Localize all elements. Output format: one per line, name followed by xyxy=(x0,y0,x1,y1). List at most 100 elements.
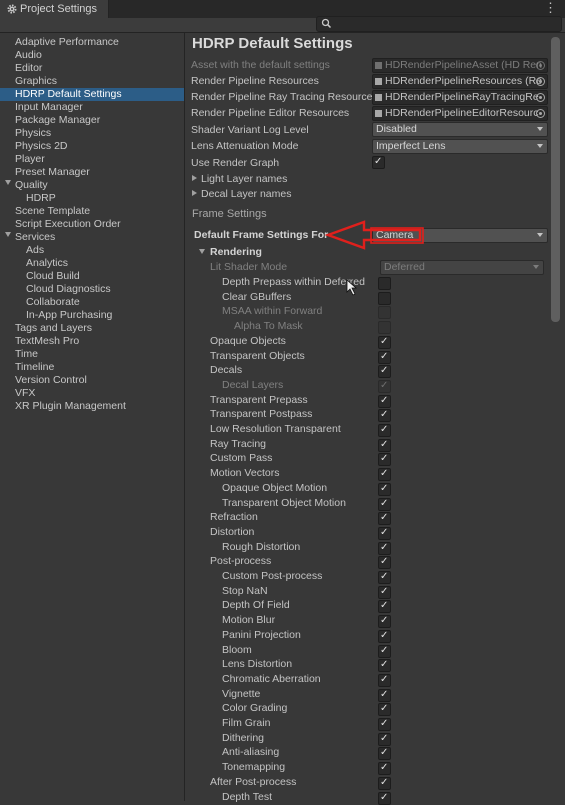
transparent-postpass-checkbox[interactable]: ✓ xyxy=(378,409,391,423)
checkmark-icon: ✓ xyxy=(380,762,389,774)
film-grain-checkbox[interactable]: ✓ xyxy=(378,718,391,731)
object-picker-icon[interactable] xyxy=(536,109,545,118)
search-input[interactable] xyxy=(316,16,562,32)
checkmark-icon: ✓ xyxy=(380,718,389,729)
resources-label: Render Pipeline Resources xyxy=(191,75,319,87)
custom-post-process-checkbox[interactable]: ✓ xyxy=(378,571,391,584)
sidebar-item-hdrp-default-settings[interactable]: HDRP Default Settings xyxy=(0,88,184,101)
distortion-checkbox[interactable]: ✓ xyxy=(378,526,391,540)
chevron-down-icon xyxy=(537,233,543,237)
transparent-postpass-label: Transparent Postpass xyxy=(210,408,313,421)
depth-test-checkbox[interactable]: ✓ xyxy=(378,791,391,805)
lens-distortion-checkbox[interactable]: ✓ xyxy=(378,659,391,673)
chevron-right-icon[interactable] xyxy=(192,190,197,196)
sidebar-item-package-manager[interactable]: Package Manager xyxy=(0,114,184,127)
panini-projection-checkbox[interactable]: ✓ xyxy=(378,629,391,643)
sidebar-item-in-app-purchasing[interactable]: In-App Purchasing xyxy=(0,309,184,322)
depth-of-field-label: Depth Of Field xyxy=(222,599,290,612)
sidebar-item-vfx[interactable]: VFX xyxy=(0,387,184,400)
light-layers-foldout[interactable]: Light Layer names xyxy=(201,173,287,185)
rendering-foldout[interactable]: Rendering xyxy=(210,246,262,258)
scrollbar-thumb[interactable] xyxy=(551,37,560,322)
sidebar-item-tags-and-layers[interactable]: Tags and Layers xyxy=(0,322,184,335)
transparent-prepass-checkbox[interactable]: ✓ xyxy=(378,394,391,408)
sidebar-item-timeline[interactable]: Timeline xyxy=(0,361,184,374)
rough-distortion-checkbox[interactable]: ✓ xyxy=(378,541,391,555)
motion-vectors-checkbox[interactable]: ✓ xyxy=(378,468,391,482)
chevron-down-icon[interactable] xyxy=(199,249,205,254)
dithering-checkbox[interactable]: ✓ xyxy=(378,732,391,746)
tab-project-settings[interactable]: Project Settings xyxy=(0,0,109,18)
sidebar-item-services[interactable]: Services xyxy=(0,231,184,244)
sidebar-item-adaptive-performance[interactable]: Adaptive Performance xyxy=(0,36,184,49)
object-picker-icon[interactable] xyxy=(536,77,545,86)
sidebar-item-ads[interactable]: Ads xyxy=(0,244,184,257)
raytracing-field[interactable]: HDRenderPipelineRayTracingRe xyxy=(372,90,548,105)
asset-icon xyxy=(375,78,382,85)
sidebar-item-physics[interactable]: Physics xyxy=(0,127,184,140)
stop-nan-checkbox[interactable]: ✓ xyxy=(378,585,391,599)
checkmark-icon: ✓ xyxy=(380,409,389,421)
refraction-checkbox[interactable]: ✓ xyxy=(378,512,391,526)
sidebar-item-label: Audio xyxy=(15,49,42,61)
custom-pass-checkbox[interactable]: ✓ xyxy=(378,453,391,467)
sidebar-item-audio[interactable]: Audio xyxy=(0,49,184,62)
color-grading-checkbox[interactable]: ✓ xyxy=(378,703,391,717)
kebab-menu-icon[interactable]: ⋮ xyxy=(544,1,557,15)
sidebar-item-label: Editor xyxy=(15,62,43,74)
sidebar-item-preset-manager[interactable]: Preset Manager xyxy=(0,166,184,179)
tonemapping-checkbox[interactable]: ✓ xyxy=(378,762,391,776)
decals-checkbox[interactable]: ✓ xyxy=(378,365,391,379)
vignette-checkbox[interactable]: ✓ xyxy=(378,688,391,702)
low-resolution-transparent-checkbox[interactable]: ✓ xyxy=(378,424,391,437)
object-picker-icon[interactable] xyxy=(536,93,545,102)
clear-gbuffers-checkbox[interactable] xyxy=(378,291,391,305)
sidebar-item-xr-plugin-management[interactable]: XR Plugin Management xyxy=(0,400,184,413)
sidebar-item-editor[interactable]: Editor xyxy=(0,62,184,75)
chevron-right-icon[interactable] xyxy=(192,175,197,181)
lit-shader-mode-label: Lit Shader Mode xyxy=(210,261,288,273)
bloom-checkbox[interactable]: ✓ xyxy=(378,644,391,658)
sidebar-item-version-control[interactable]: Version Control xyxy=(0,374,184,387)
chevron-down-icon[interactable] xyxy=(5,180,11,185)
sidebar-item-textmesh-pro[interactable]: TextMesh Pro xyxy=(0,335,184,348)
editor-resources-field[interactable]: HDRenderPipelineEditorResourc xyxy=(372,106,548,121)
after-post-process-checkbox[interactable]: ✓ xyxy=(378,776,391,790)
sidebar-item-player[interactable]: Player xyxy=(0,153,184,166)
post-process-checkbox[interactable]: ✓ xyxy=(378,556,391,570)
render-graph-checkbox[interactable]: ✓ xyxy=(372,156,385,169)
sidebar-item-label: Package Manager xyxy=(15,114,101,126)
motion-blur-checkbox[interactable]: ✓ xyxy=(378,615,391,629)
sidebar-item-scene-template[interactable]: Scene Template xyxy=(0,205,184,218)
ray-tracing-checkbox[interactable]: ✓ xyxy=(378,438,391,452)
default-frame-settings-dropdown[interactable]: Camera xyxy=(372,228,548,243)
sidebar-item-cloud-build[interactable]: Cloud Build xyxy=(0,270,184,283)
sidebar-item-time[interactable]: Time xyxy=(0,348,184,361)
sidebar-item-analytics[interactable]: Analytics xyxy=(0,257,184,270)
transparent-object-motion-checkbox[interactable]: ✓ xyxy=(378,497,391,511)
sidebar-item-label: Services xyxy=(15,231,56,243)
default-frame-settings-label: Default Frame Settings For xyxy=(194,229,329,241)
sidebar-item-hdrp[interactable]: HDRP xyxy=(0,192,184,205)
chromatic-aberration-checkbox[interactable]: ✓ xyxy=(378,673,391,687)
sidebar-item-cloud-diagnostics[interactable]: Cloud Diagnostics xyxy=(0,283,184,296)
depth-of-field-checkbox[interactable]: ✓ xyxy=(378,600,391,614)
opaque-object-motion-checkbox[interactable]: ✓ xyxy=(378,482,391,496)
sidebar-item-graphics[interactable]: Graphics xyxy=(0,75,184,88)
lens-dropdown[interactable]: Imperfect Lens xyxy=(372,139,548,154)
depth-prepass-within-deferred-checkbox[interactable] xyxy=(378,277,391,290)
sidebar-item-input-manager[interactable]: Input Manager xyxy=(0,101,184,114)
chevron-down-icon[interactable] xyxy=(5,232,11,237)
sidebar-item-label: Timeline xyxy=(15,361,55,373)
anti-aliasing-checkbox[interactable]: ✓ xyxy=(378,747,391,761)
checkmark-icon: ✓ xyxy=(380,556,389,568)
opaque-objects-checkbox[interactable]: ✓ xyxy=(378,335,391,349)
shader-log-dropdown[interactable]: Disabled xyxy=(372,122,548,137)
sidebar-item-script-execution-order[interactable]: Script Execution Order xyxy=(0,218,184,231)
sidebar-item-quality[interactable]: Quality xyxy=(0,179,184,192)
transparent-objects-checkbox[interactable]: ✓ xyxy=(378,350,391,364)
decal-layers-foldout[interactable]: Decal Layer names xyxy=(201,188,291,200)
sidebar-item-physics-2d[interactable]: Physics 2D xyxy=(0,140,184,153)
sidebar-item-collaborate[interactable]: Collaborate xyxy=(0,296,184,309)
resources-field[interactable]: HDRenderPipelineResources (Re xyxy=(372,74,548,89)
